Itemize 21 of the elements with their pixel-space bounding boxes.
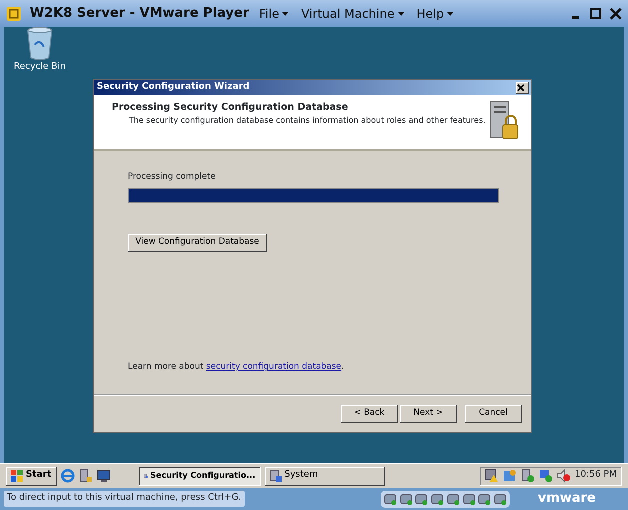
learn-more-text: Learn more about security configuration database. bbox=[128, 361, 346, 374]
taskbar-button[interactable]: System bbox=[264, 466, 385, 486]
start-button[interactable]: Start bbox=[6, 466, 57, 486]
status-text: Processing complete bbox=[128, 171, 217, 184]
learn-more-link[interactable]: security configuration database bbox=[206, 362, 342, 372]
icon-label: Recycle Bin bbox=[14, 61, 66, 74]
taskbar-button[interactable]: Security Configuratio... bbox=[138, 466, 261, 486]
page-description: The security configuration database contains information about roles and other features. bbox=[128, 115, 486, 128]
brand-logo: vmware bbox=[538, 490, 596, 508]
wizard-button[interactable]: < Back bbox=[341, 404, 398, 422]
menu-item[interactable]: Help bbox=[414, 4, 456, 22]
menu-item[interactable]: Virtual Machine bbox=[299, 4, 407, 22]
page-heading: Processing Security Configuration Database bbox=[112, 101, 350, 115]
view-database-button[interactable]: View Configuration Database bbox=[128, 234, 267, 252]
wizard-button[interactable]: Next > bbox=[400, 404, 457, 422]
menu-item[interactable]: File bbox=[257, 4, 292, 22]
clock: 10:56 PM bbox=[575, 469, 617, 482]
status-hint: To direct input to this virtual machine, press Ctrl+G. bbox=[4, 491, 245, 507]
wizard-button[interactable]: Cancel bbox=[465, 404, 522, 422]
window-title: W2K8 Server - VMware Player bbox=[30, 4, 250, 23]
dialog-title: Security Configuration Wizard bbox=[97, 80, 250, 94]
